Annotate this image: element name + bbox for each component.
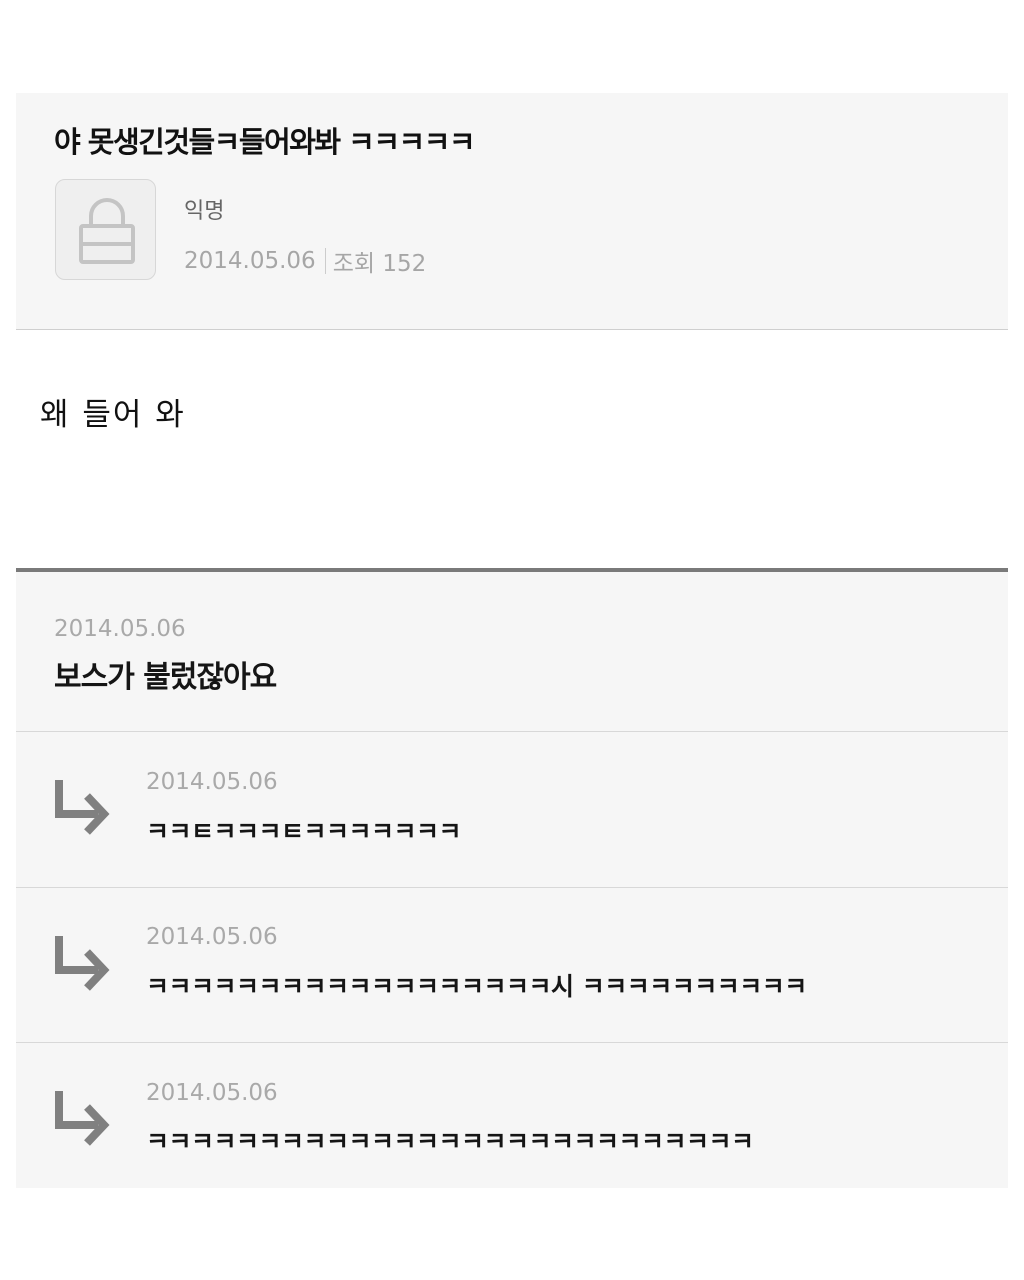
post-title[interactable]: 야 못생긴것들ㅋ들어와봐 ㅋㅋㅋㅋㅋ	[54, 119, 476, 161]
comment-date: 2014.05.06	[54, 616, 186, 642]
author-name[interactable]: 익명	[184, 193, 224, 225]
comment-text: 보스가 불렀잖아요	[54, 660, 277, 695]
reply-item: 2014.05.06 ㅋㅋㅋㅋㅋㅋㅋㅋㅋㅋㅋㅋㅋㅋㅋㅋㅋㅋ시 ㅋㅋㅋㅋㅋㅋㅋㅋㅋ…	[16, 888, 1008, 1043]
view-count: 조회 152	[332, 251, 427, 277]
reply-text: ㅋㅋㅌㅋㅋㅋㅌㅋㅋㅋㅋㅋㅋㅋ	[146, 817, 462, 846]
reply-text: ㅋㅋㅋㅋㅋㅋㅋㅋㅋㅋㅋㅋㅋㅋㅋㅋㅋㅋ시 ㅋㅋㅋㅋㅋㅋㅋㅋㅋㅋ	[146, 972, 807, 1001]
post-body: 왜 들어 와	[40, 397, 186, 433]
post-date: 2014.05.06	[184, 248, 316, 274]
avatar[interactable]	[55, 179, 156, 280]
reply-text: ㅋㅋㅋㅋㅋㅋㅋㅋㅋㅋㅋㅋㅋㅋㅋㅋㅋㅋㅋㅋㅋㅋㅋㅋㅋㅋㅋ	[146, 1127, 754, 1156]
lock-icon	[79, 198, 135, 264]
reply-arrow-icon	[55, 780, 110, 835]
reply-item: 2014.05.06 ㅋㅋㅋㅋㅋㅋㅋㅋㅋㅋㅋㅋㅋㅋㅋㅋㅋㅋㅋㅋㅋㅋㅋㅋㅋㅋㅋ	[16, 1043, 1008, 1188]
comment-item: 2014.05.06 보스가 불렀잖아요	[16, 572, 1008, 732]
post-meta: 2014.05.06 조회 152	[184, 244, 426, 278]
reply-item: 2014.05.06 ㅋㅋㅌㅋㅋㅋㅌㅋㅋㅋㅋㅋㅋㅋ	[16, 732, 1008, 888]
post-header: 야 못생긴것들ㅋ들어와봐 ㅋㅋㅋㅋㅋ 익명 2014.05.06 조회 152	[16, 93, 1008, 330]
reply-date: 2014.05.06	[146, 924, 278, 950]
reply-date: 2014.05.06	[146, 769, 278, 795]
reply-date: 2014.05.06	[146, 1080, 278, 1106]
meta-separator	[324, 248, 326, 274]
reply-arrow-icon	[55, 936, 110, 991]
comment-list: 2014.05.06 보스가 불렀잖아요 2014.05.06 ㅋㅋㅌㅋㅋㅋㅌㅋ…	[16, 572, 1008, 1188]
reply-arrow-icon	[55, 1091, 110, 1146]
